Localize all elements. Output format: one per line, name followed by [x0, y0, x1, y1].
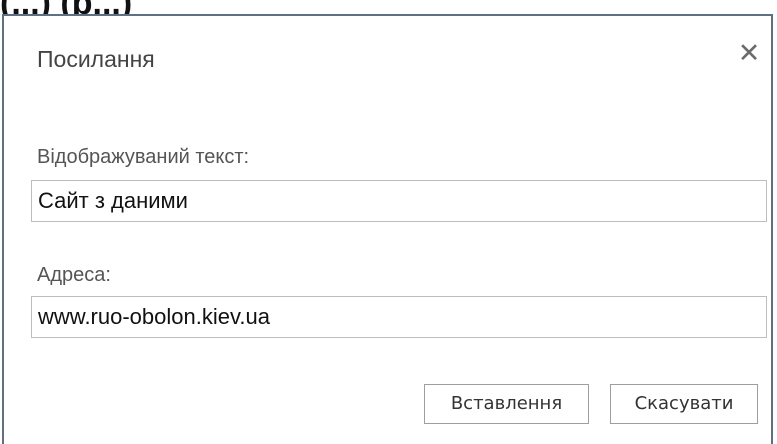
link-dialog: Посилання ✕ Відображуваний текст: Сайт з…	[2, 14, 773, 444]
insert-button[interactable]: Вставлення	[424, 384, 589, 424]
address-field[interactable]: www.ruo-obolon.kiev.ua	[31, 296, 767, 338]
page: (...) (p...) Посилання ✕ Відображуваний …	[0, 0, 777, 444]
dialog-title: Посилання	[37, 46, 155, 72]
close-icon[interactable]: ✕	[734, 38, 764, 68]
cancel-button[interactable]: Скасувати	[610, 384, 758, 424]
address-label: Адреса:	[37, 264, 111, 286]
display-text-label: Відображуваний текст:	[37, 146, 250, 168]
display-text-field[interactable]: Сайт з даними	[31, 180, 767, 222]
